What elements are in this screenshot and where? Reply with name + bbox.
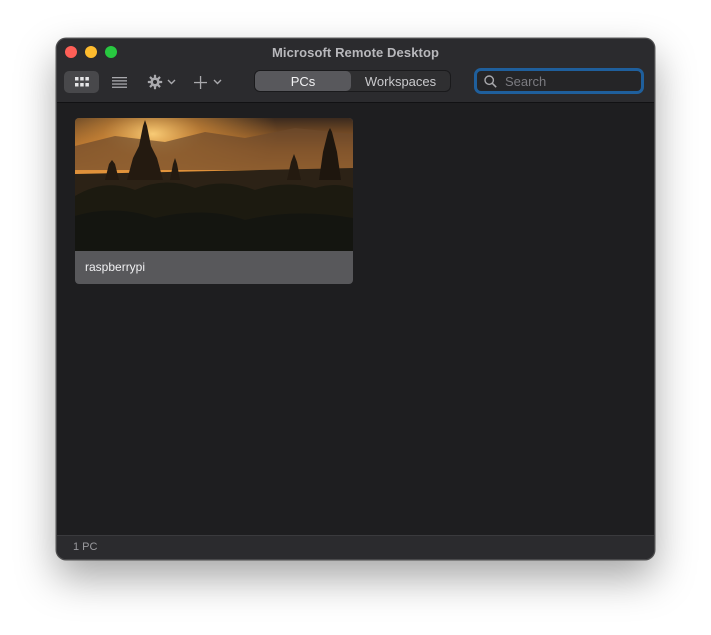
pc-grid: raspberrypi xyxy=(57,103,654,537)
chevron-down-icon xyxy=(213,79,222,85)
pc-count: 1 PC xyxy=(73,541,98,553)
settings-menu-button[interactable] xyxy=(144,71,178,93)
chevron-down-icon xyxy=(167,79,175,85)
tab-workspaces[interactable]: Workspaces xyxy=(351,71,450,91)
list-view-button[interactable] xyxy=(102,71,137,93)
add-menu-button[interactable] xyxy=(190,71,226,93)
app-window: Microsoft Remote Desktop PCs Workspaces … xyxy=(56,38,655,560)
pc-name: raspberrypi xyxy=(85,260,146,274)
list-icon xyxy=(112,76,127,88)
pc-tile[interactable]: raspberrypi xyxy=(75,118,353,284)
pc-thumbnail xyxy=(75,118,353,251)
gear-icon xyxy=(147,74,162,90)
titlebar: Microsoft Remote Desktop PCs Workspaces … xyxy=(57,39,654,103)
search-icon xyxy=(484,74,497,88)
grid-view-button[interactable] xyxy=(64,71,99,93)
tab-pcs[interactable]: PCs xyxy=(255,71,351,91)
window-title: Microsoft Remote Desktop xyxy=(271,45,440,60)
pcs-workspaces-segmented-control: PCs Workspaces xyxy=(254,70,451,92)
search-input[interactable] xyxy=(505,73,625,89)
grid-icon xyxy=(74,77,89,87)
search-field[interactable] xyxy=(474,68,644,94)
status-bar: 1 PC xyxy=(57,535,654,559)
plus-icon xyxy=(194,75,207,89)
